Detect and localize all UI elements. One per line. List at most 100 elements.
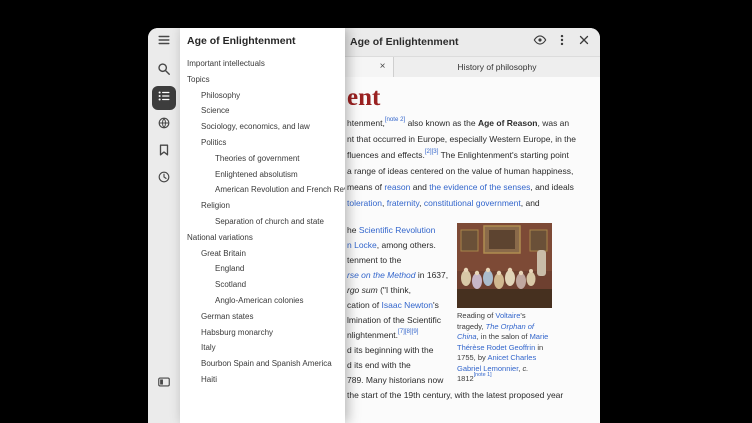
article-text-line: htenment,[note 2] also known as the Age … (347, 115, 592, 131)
text-span: , was an (537, 118, 569, 128)
tab-label: History of philosophy (458, 62, 537, 72)
history-button[interactable] (152, 167, 176, 191)
article-text-line: d its end with the (347, 358, 455, 373)
toc-item[interactable]: England (180, 261, 345, 277)
article-link[interactable]: constitutional government (424, 198, 521, 208)
article-link[interactable]: reason (384, 182, 410, 192)
text-span: in 1637, (416, 270, 449, 280)
toggle-sidebar-button[interactable] (152, 372, 176, 396)
text-span: 789. Many historians now (347, 375, 443, 385)
toc-item[interactable]: Sociology, economics, and law (180, 119, 345, 135)
toc-item[interactable]: Politics (180, 135, 345, 151)
close-window-button[interactable] (574, 32, 594, 52)
reference-link[interactable]: [7][8][9] (398, 328, 418, 335)
reader-view-button[interactable] (530, 32, 550, 52)
article-link[interactable]: Isaac Newton (382, 300, 434, 310)
text-span: htenment, (347, 118, 385, 128)
second-paragraph: he Scientific Revolution n Locke, among o… (347, 223, 455, 388)
text-span: rgo sum (347, 285, 378, 295)
headerbar: Age of Enlightenment (345, 28, 600, 57)
toc-item[interactable]: Enlightened absolutism (180, 167, 345, 183)
bookmarks-button[interactable] (152, 140, 176, 164)
article-text-line: 789. Many historians now (347, 373, 455, 388)
search-button[interactable] (152, 59, 176, 83)
article-text-line: lmination of the Scientific (347, 313, 455, 328)
article-text-line: nlightenment.[7][8][9] (347, 328, 455, 343)
toc-item[interactable]: Important intellectuals (180, 56, 345, 72)
text-span: ("I think, (378, 285, 411, 295)
toc-item[interactable]: National variations (180, 230, 345, 246)
toc-item[interactable]: Science (180, 103, 345, 119)
text-span: and (410, 182, 429, 192)
toc-item[interactable]: Habsburg monarchy (180, 325, 345, 341)
toc-panel: Age of Enlightenment Important intellect… (180, 28, 345, 423)
toc-item[interactable]: American Revolution and French Revolutio… (180, 182, 345, 198)
reference-link[interactable]: [note 2] (385, 116, 405, 123)
article-link[interactable]: Scientific Revolution (359, 225, 436, 235)
toc-panel-title: Age of Enlightenment (180, 28, 345, 55)
text-span: lmination of the Scientific (347, 315, 441, 325)
article-text-line: rse on the Method in 1637, (347, 268, 455, 283)
toc-item[interactable]: Philosophy (180, 88, 345, 104)
toc-item[interactable]: Haiti (180, 372, 345, 388)
text-span: the start of the 19th century, with the … (347, 390, 563, 400)
article-link[interactable]: n Locke (347, 240, 377, 250)
figure-caption: Reading of Voltaire's tragedy, The Orpha… (457, 311, 554, 385)
toc-item[interactable]: Topics (180, 72, 345, 88)
paragraph-continuation: the start of the 19th century, with the … (347, 388, 592, 403)
article-text-line: he Scientific Revolution (347, 223, 455, 238)
toc-item[interactable]: Anglo-American colonies (180, 293, 345, 309)
languages-button[interactable] (152, 113, 176, 137)
text-span: c. (522, 364, 528, 373)
text-span: he (347, 225, 359, 235)
toc-item[interactable]: Religion (180, 198, 345, 214)
article-text-line: tenment to the (347, 253, 455, 268)
tab-close-button[interactable]: × (376, 61, 389, 74)
article-text-line: means of reason and the evidence of the … (347, 179, 592, 195)
lead-paragraph: htenment,[note 2] also known as the Age … (347, 115, 592, 211)
toc-item[interactable]: Italy (180, 340, 345, 356)
window-title: Age of Enlightenment (345, 36, 459, 48)
reference-link[interactable]: [2][3] (425, 148, 439, 155)
tab-history-of-philosophy[interactable]: History of philosophy (394, 57, 600, 77)
text-span: d its end with the (347, 360, 411, 370)
eye-icon (533, 33, 547, 52)
article-link[interactable]: toleration (347, 198, 382, 208)
toc-item[interactable]: Great Britain (180, 246, 345, 262)
text-span: tenment to the (347, 255, 401, 265)
main-menu-button[interactable] (152, 30, 176, 54)
text-span: , and (521, 198, 540, 208)
article-link[interactable]: Voltaire (495, 311, 520, 320)
history-clock-icon (157, 170, 171, 189)
main-column: Age of Enlightenment (345, 28, 600, 423)
search-icon (157, 62, 171, 81)
tab-current-article[interactable]: × (345, 57, 394, 77)
toc-item[interactable]: Scotland (180, 277, 345, 293)
text-span: also known as the (405, 118, 478, 128)
toc-item[interactable]: Bourbon Spain and Spanish America (180, 356, 345, 372)
article-text-line: d its beginning with the (347, 343, 455, 358)
text-span: d its beginning with the (347, 345, 433, 355)
article-link[interactable]: the evidence of the senses (429, 182, 530, 192)
article-link[interactable]: rse on the Method (347, 270, 416, 280)
close-icon (577, 33, 591, 52)
text-span: fluences and effects. (347, 150, 425, 160)
bookmark-icon (157, 143, 171, 162)
text-span: , among others. (377, 240, 436, 250)
page-menu-button[interactable] (552, 32, 572, 52)
toc-item[interactable]: Theories of government (180, 151, 345, 167)
article-text-line: toleration, fraternity, constitutional g… (347, 195, 592, 211)
article-figure: Reading of Voltaire's tragedy, The Orpha… (457, 223, 554, 388)
table-of-contents-button[interactable] (152, 86, 176, 110)
toc-item[interactable]: German states (180, 309, 345, 325)
toc-item[interactable]: Separation of church and state (180, 214, 345, 230)
article-text-line: nt that occurred in Europe, especially W… (347, 131, 592, 147)
salon-painting-image[interactable] (457, 223, 552, 308)
article-text-line: the start of the 19th century, with the … (347, 388, 592, 403)
hamburger-menu-icon (157, 33, 171, 52)
toc-list-icon (157, 89, 171, 108)
text-span: Age of Reason (478, 118, 538, 128)
kebab-menu-icon (555, 33, 569, 52)
reference-link[interactable]: [note 1] (474, 372, 492, 378)
article-link[interactable]: fraternity (387, 198, 419, 208)
